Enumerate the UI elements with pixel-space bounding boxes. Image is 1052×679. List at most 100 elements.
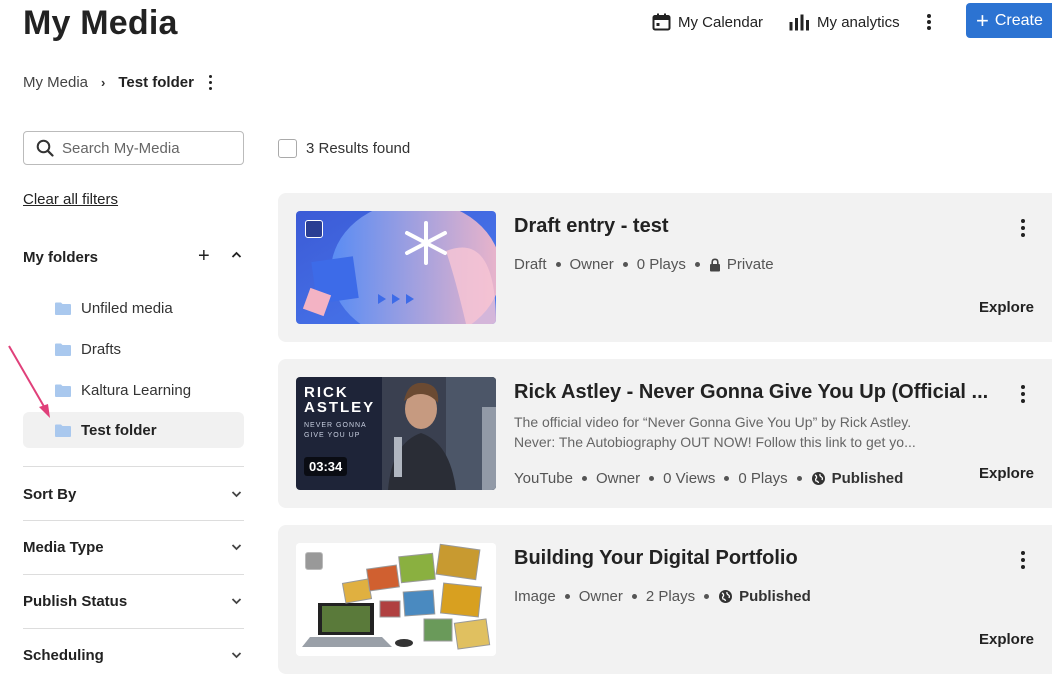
explore-button[interactable]: Explore <box>979 465 1034 482</box>
page-title: My Media <box>23 4 178 42</box>
entry-meta: Draft Owner 0 Plays Private <box>514 256 774 273</box>
media-type-filter[interactable]: Media Type <box>23 532 244 562</box>
more-options-menu-icon[interactable] <box>926 11 932 33</box>
divider <box>23 520 244 521</box>
entry-options-menu-icon[interactable] <box>1020 551 1026 569</box>
my-folders-header[interactable]: My folders + <box>23 245 244 267</box>
entry-meta: Image Owner 2 Plays Published <box>514 588 811 605</box>
my-analytics-label: My analytics <box>817 13 900 31</box>
results-count: 3 Results found <box>306 140 411 157</box>
sort-by-filter[interactable]: Sort By <box>23 479 244 509</box>
entry-meta: YouTube Owner 0 Views 0 Plays Published <box>514 470 903 487</box>
explore-button[interactable]: Explore <box>979 631 1034 648</box>
breadcrumb-root[interactable]: My Media <box>23 74 88 91</box>
annotation-arrow-icon <box>8 345 50 418</box>
scheduling-filter[interactable]: Scheduling <box>23 640 244 670</box>
status-label: Published <box>831 470 904 487</box>
my-calendar-label: My Calendar <box>678 13 764 31</box>
meta-type: Draft <box>514 256 547 273</box>
entry-options-menu-icon[interactable] <box>1020 219 1026 237</box>
status-badge: Private <box>709 256 774 273</box>
meta-role: Owner <box>578 588 623 605</box>
breadcrumb-current: Test folder <box>118 74 194 91</box>
thumbnail-subtitle-text: NEVER GONNA GIVE YOU UP <box>304 422 367 439</box>
folder-kaltura-learning[interactable]: Kaltura Learning <box>23 372 244 408</box>
meta-role: Owner <box>595 470 641 487</box>
folder-icon <box>55 302 71 315</box>
globe-icon <box>811 472 825 485</box>
image-thumbnail-art <box>296 543 496 656</box>
media-entry-card[interactable]: Building Your Digital Portfolio Image Ow… <box>278 525 1052 674</box>
entry-thumbnail[interactable]: RICK ASTLEY NEVER GONNA GIVE YOU UP 03:3… <box>296 377 496 490</box>
folder-label: Test folder <box>81 421 157 439</box>
entry-title[interactable]: Rick Astley - Never Gonna Give You Up (O… <box>514 381 988 404</box>
folder-unfiled-media[interactable]: Unfiled media <box>23 290 244 326</box>
folder-options-menu-icon[interactable] <box>208 75 214 90</box>
chevron-right-icon: › <box>101 75 106 90</box>
folder-icon <box>55 424 71 437</box>
create-button[interactable]: + Create <box>966 3 1052 38</box>
chevron-up-icon[interactable] <box>231 251 242 259</box>
status-label: Published <box>739 588 811 605</box>
description-line: The official video for “Never Gonna Give… <box>514 414 912 430</box>
folder-drafts[interactable]: Drafts <box>23 331 244 367</box>
divider <box>23 628 244 629</box>
filter-label: Scheduling <box>23 646 104 664</box>
plus-icon: + <box>976 7 989 33</box>
media-entry-card[interactable]: RICK ASTLEY NEVER GONNA GIVE YOU UP 03:3… <box>278 359 1052 508</box>
entry-thumbnail[interactable] <box>296 211 496 324</box>
folder-test-folder[interactable]: Test folder <box>23 412 244 448</box>
divider <box>23 466 244 467</box>
create-label: Create <box>994 11 1043 29</box>
entry-select-checkbox[interactable] <box>305 552 323 570</box>
duration-badge: 03:34 <box>304 457 348 476</box>
publish-status-filter[interactable]: Publish Status <box>23 586 244 616</box>
analytics-icon <box>789 14 810 30</box>
my-analytics-link[interactable]: My analytics <box>789 14 900 31</box>
meta-role: Owner <box>569 256 614 273</box>
my-folders-heading: My folders <box>23 249 99 266</box>
header-actions: My Calendar My analytics <box>652 8 956 36</box>
globe-icon <box>719 590 733 603</box>
entry-title[interactable]: Draft entry - test <box>514 215 668 238</box>
entry-select-checkbox[interactable] <box>305 220 323 238</box>
chevron-down-icon <box>231 652 242 659</box>
select-all-checkbox[interactable] <box>278 139 297 158</box>
media-entry-card[interactable]: Draft entry - test Draft Owner 0 Plays P… <box>278 193 1052 342</box>
filter-label: Publish Status <box>23 592 128 610</box>
folder-label: Unfiled media <box>81 299 173 317</box>
meta-plays: 0 Plays <box>636 256 686 273</box>
folder-label: Kaltura Learning <box>81 381 192 399</box>
select-all-row: 3 Results found <box>278 139 410 158</box>
folder-icon <box>55 343 71 356</box>
add-folder-icon[interactable]: + <box>198 245 210 268</box>
draft-thumbnail-art <box>296 211 496 324</box>
meta-plays: 0 Plays <box>738 470 788 487</box>
clear-all-filters-link[interactable]: Clear all filters <box>23 191 118 208</box>
status-badge: Published <box>718 588 811 605</box>
explore-button[interactable]: Explore <box>979 299 1034 316</box>
entry-options-menu-icon[interactable] <box>1020 385 1026 403</box>
search-input[interactable] <box>62 139 232 157</box>
search-box <box>23 131 244 165</box>
status-badge: Published <box>811 470 904 487</box>
status-label: Private <box>726 256 774 273</box>
entry-thumbnail[interactable] <box>296 543 496 656</box>
entry-description: The official video for “Never Gonna Give… <box>514 412 954 452</box>
chevron-down-icon <box>231 598 242 605</box>
entry-title[interactable]: Building Your Digital Portfolio <box>514 547 798 570</box>
filter-label: Media Type <box>23 538 104 556</box>
chevron-down-icon <box>231 544 242 551</box>
meta-plays: 2 Plays <box>645 588 696 605</box>
divider <box>23 574 244 575</box>
filter-label: Sort By <box>23 485 77 503</box>
chevron-down-icon <box>231 491 242 498</box>
meta-views: 0 Views <box>663 470 716 487</box>
breadcrumb: My Media › Test folder <box>23 74 214 91</box>
my-calendar-link[interactable]: My Calendar <box>652 13 763 31</box>
folder-icon <box>55 384 71 397</box>
meta-type: Image <box>514 588 556 605</box>
description-line: Never: The Autobiography OUT NOW! Follow… <box>514 434 916 450</box>
calendar-icon <box>652 13 671 31</box>
folder-label: Drafts <box>81 340 122 358</box>
